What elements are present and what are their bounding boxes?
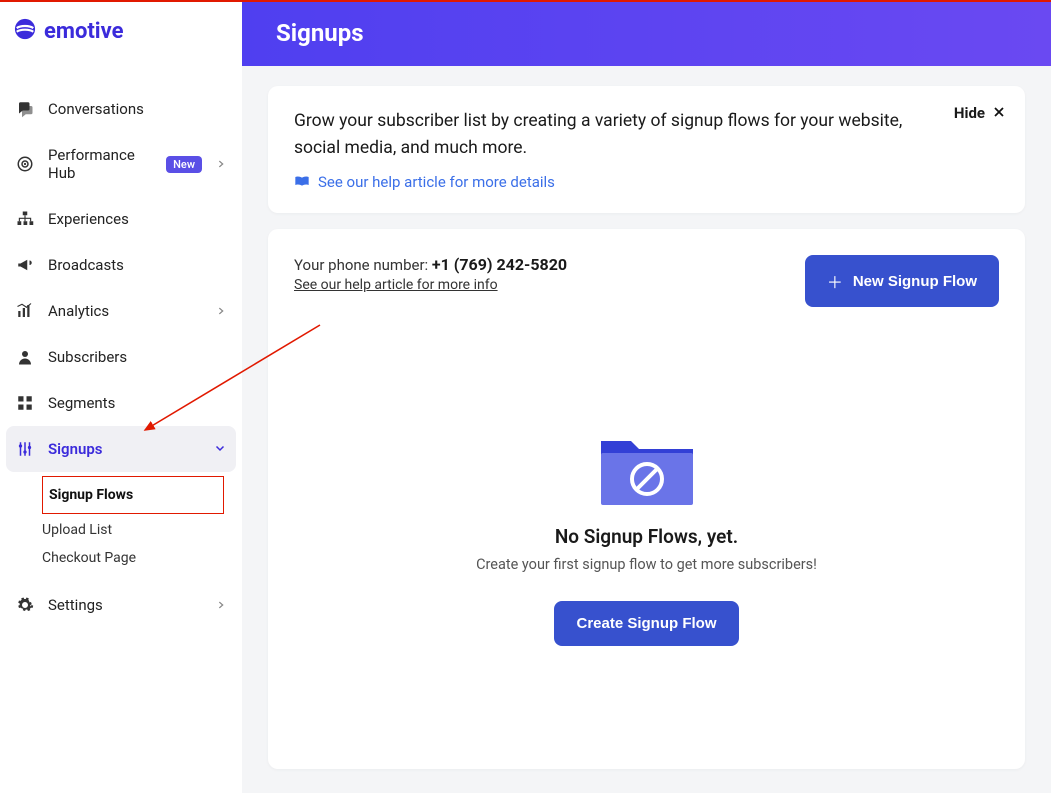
new-signup-flow-label: New Signup Flow	[853, 273, 977, 290]
sidebar-item-label: Conversations	[48, 100, 226, 118]
phone-number: +1 (769) 242-5820	[432, 255, 567, 274]
chevron-right-icon	[216, 155, 226, 173]
grid-icon	[16, 394, 34, 412]
sidebar-item-subscribers[interactable]: Subscribers	[0, 334, 242, 380]
annotation-highlight-box: Signup Flows	[42, 476, 224, 514]
page-title: Signups	[276, 19, 364, 47]
sidebar-item-label: Broadcasts	[48, 256, 226, 274]
sidebar-item-label: Settings	[48, 596, 202, 614]
sidebar-item-analytics[interactable]: Analytics	[0, 288, 242, 334]
help-article-link[interactable]: See our help article for more details	[318, 173, 555, 191]
intro-card: Grow your subscriber list by creating a …	[268, 86, 1025, 213]
megaphone-icon	[16, 256, 34, 274]
close-icon	[993, 104, 1005, 122]
sidebar-item-experiences[interactable]: Experiences	[0, 196, 242, 242]
help-link-row: See our help article for more details	[294, 172, 999, 191]
sidebar-item-label: Segments	[48, 394, 226, 412]
sidebar-item-conversations[interactable]: Conversations	[0, 86, 242, 132]
new-badge: New	[166, 156, 202, 173]
create-signup-flow-button[interactable]: Create Signup Flow	[554, 601, 738, 646]
chart-icon	[16, 302, 34, 320]
phone-label: Your phone number:	[294, 256, 432, 274]
chat-icon	[16, 100, 34, 118]
top-red-line	[0, 0, 1051, 2]
hide-button[interactable]: Hide	[954, 104, 1005, 122]
sidebar-nav: Conversations Performance Hub New Experi…	[0, 86, 242, 628]
sidebar-item-settings[interactable]: Settings	[0, 582, 242, 628]
brand-name: emotive	[44, 19, 124, 44]
sidebar-item-segments[interactable]: Segments	[0, 380, 242, 426]
subnav-item-signup-flows[interactable]: Signup Flows	[49, 481, 217, 509]
empty-state: No Signup Flows, yet. Create your first …	[294, 427, 999, 646]
sidebar-signups-subnav: Signup Flows Upload List Checkout Page	[0, 476, 242, 572]
sidebar-item-signups[interactable]: Signups	[6, 426, 236, 472]
phone-info: Your phone number: +1 (769) 242-5820 See…	[294, 255, 567, 293]
page-header: Signups	[242, 0, 1051, 66]
emotive-logo-icon	[14, 18, 36, 44]
subnav-item-checkout-page[interactable]: Checkout Page	[42, 544, 242, 572]
chevron-down-icon	[214, 440, 226, 458]
empty-title: No Signup Flows, yet.	[294, 525, 999, 548]
sidebar-item-label: Analytics	[48, 302, 202, 320]
sidebar-item-label: Subscribers	[48, 348, 226, 366]
brand-logo[interactable]: emotive	[0, 0, 242, 62]
chevron-right-icon	[216, 596, 226, 614]
target-icon	[16, 155, 34, 173]
sidebar-item-label: Performance Hub	[48, 146, 152, 182]
sidebar-item-label: Experiences	[48, 210, 226, 228]
empty-subtitle: Create your first signup flow to get mor…	[294, 556, 999, 573]
user-icon	[16, 348, 34, 366]
plus-icon: ＋	[827, 269, 843, 293]
phone-help-link[interactable]: See our help article for more info	[294, 277, 498, 293]
gear-icon	[16, 596, 34, 614]
empty-folder-icon	[599, 427, 695, 507]
chevron-right-icon	[216, 302, 226, 320]
book-icon	[294, 172, 310, 191]
intro-text: Grow your subscriber list by creating a …	[294, 108, 999, 162]
sidebar: emotive Conversations Performance Hub Ne…	[0, 0, 242, 793]
subnav-item-upload-list[interactable]: Upload List	[42, 516, 242, 544]
sitemap-icon	[16, 210, 34, 228]
phone-row: Your phone number: +1 (769) 242-5820 See…	[294, 255, 999, 307]
sidebar-item-performance-hub[interactable]: Performance Hub New	[0, 132, 242, 196]
main-content: Grow your subscriber list by creating a …	[242, 66, 1051, 793]
signup-flows-card: Your phone number: +1 (769) 242-5820 See…	[268, 229, 1025, 769]
sidebar-item-broadcasts[interactable]: Broadcasts	[0, 242, 242, 288]
sidebar-item-label: Signups	[48, 440, 200, 458]
new-signup-flow-button[interactable]: ＋ New Signup Flow	[805, 255, 999, 307]
hide-label: Hide	[954, 104, 985, 122]
sliders-icon	[16, 440, 34, 458]
